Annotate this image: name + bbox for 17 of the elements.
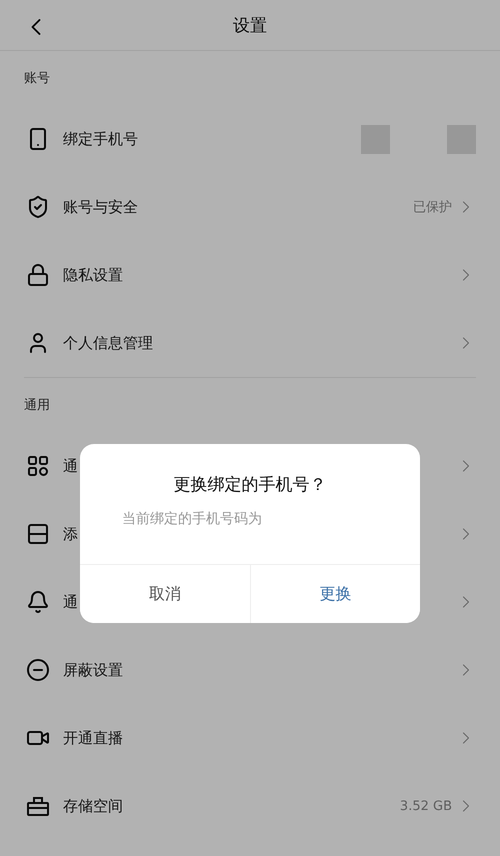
- row-label: 通: [63, 592, 78, 612]
- row-label: 绑定手机号: [63, 130, 138, 148]
- row-value: 已保护: [413, 199, 452, 216]
- row-label: 添: [63, 524, 78, 544]
- row-label: 存储空间: [63, 796, 123, 816]
- dialog-message: 当前绑定的手机号码为: [122, 511, 262, 527]
- page-title: 设置: [233, 14, 267, 36]
- row-label: 账号与安全: [63, 198, 138, 216]
- dialog-title: 更换绑定的手机号？: [172, 474, 328, 496]
- row-label: 隐私设置: [63, 266, 123, 284]
- section-title: 通用: [23, 397, 51, 415]
- row-label: 屏蔽设置: [63, 660, 123, 680]
- row-label: 开通直播: [63, 728, 123, 748]
- row-label: 个人信息管理: [63, 334, 153, 352]
- section-title: 账号: [23, 70, 51, 88]
- row-label: 通: [63, 456, 78, 476]
- row-value: 3.52 GB: [400, 798, 452, 814]
